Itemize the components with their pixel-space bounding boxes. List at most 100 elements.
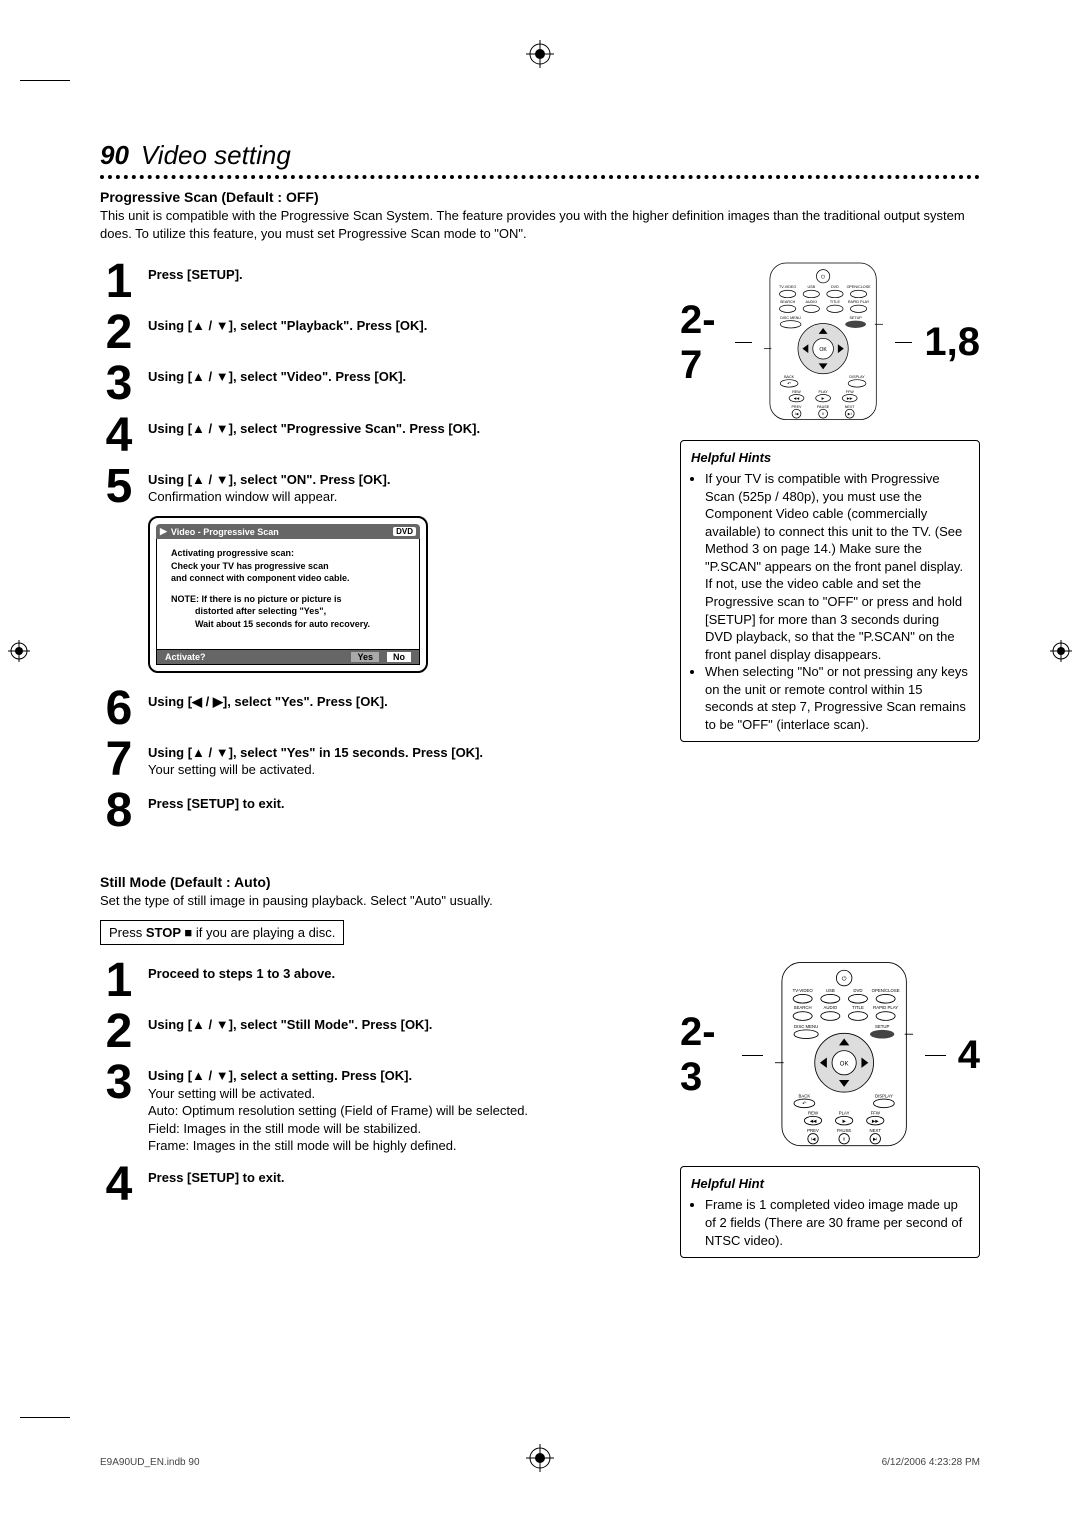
step-number: 2 [100, 311, 138, 354]
svg-text:I◀: I◀ [810, 1136, 815, 1141]
svg-text:AUDIO: AUDIO [823, 1005, 837, 1010]
svg-text:FFW: FFW [846, 390, 855, 394]
osd-play-icon: ▶ [160, 526, 167, 537]
footer-right: 6/12/2006 4:23:28 PM [882, 1457, 980, 1468]
svg-text:BACK: BACK [785, 375, 796, 379]
svg-text:TV-VIDEO: TV-VIDEO [792, 988, 813, 993]
svg-text:USB: USB [826, 988, 835, 993]
remote-callout-right: 4 [958, 1033, 980, 1078]
svg-text:SETUP: SETUP [850, 316, 863, 320]
hints-title: Helpful Hints [691, 449, 969, 467]
step-text: Press [SETUP] to exit. [148, 1170, 285, 1185]
svg-text:TITLE: TITLE [830, 300, 841, 304]
registration-mark-icon [8, 640, 30, 662]
remote-icon: ⏻ TV-VIDEO USB DVD OPEN/CLOSE SEARCH AUDIO TI… [764, 260, 882, 423]
section2-heading: Still Mode (Default : Auto) [100, 874, 980, 890]
svg-text:RAPID PLAY: RAPID PLAY [873, 1005, 898, 1010]
svg-text:↶: ↶ [802, 1101, 806, 1107]
svg-text:DISPLAY: DISPLAY [875, 1093, 893, 1098]
osd-line: Check your TV has progressive scan [171, 561, 329, 571]
step-number: 5 [100, 465, 138, 508]
svg-text:II: II [843, 1136, 845, 1141]
svg-text:REW: REW [793, 390, 802, 394]
svg-text:OPEN/CLOSE: OPEN/CLOSE [847, 285, 872, 289]
osd-note: distorted after selecting "Yes", [195, 606, 326, 616]
svg-text:PAUSE: PAUSE [837, 1128, 851, 1133]
osd-question: Activate? [165, 652, 206, 662]
osd-badge: DVD [393, 527, 416, 536]
svg-text:SEARCH: SEARCH [780, 300, 796, 304]
step-text: Using [▲ / ▼], select "Still Mode". Pres… [148, 1017, 432, 1032]
page-title: Video setting [141, 140, 291, 171]
helpful-hint-box: Helpful Hint Frame is 1 completed video … [680, 1166, 980, 1258]
step-number: 7 [100, 738, 138, 781]
hint-item: Frame is 1 completed video image made up… [705, 1196, 969, 1249]
svg-text:DISC MENU: DISC MENU [794, 1024, 818, 1029]
svg-text:BACK: BACK [798, 1093, 810, 1098]
step-number: 2 [100, 1010, 138, 1053]
registration-mark-icon [526, 40, 554, 68]
step-text: Using [◀ / ▶], select "Yes". Press [OK]. [148, 694, 388, 709]
footer-left: E9A90UD_EN.indb 90 [100, 1457, 200, 1468]
osd-line: Activating progressive scan: [171, 548, 294, 558]
remote-illustration: 2-3 ⏻ TV-VIDEOUSBDVDOPEN/CLOSE SEARCHAUD… [680, 959, 980, 1152]
svg-text:PAUSE: PAUSE [817, 405, 830, 409]
step-text: Using [▲ / ▼], select "Progressive Scan"… [148, 421, 480, 436]
step-number: 3 [100, 1061, 138, 1104]
step-subtext: Your setting will be activated. [148, 762, 315, 777]
svg-text:FFW: FFW [870, 1110, 880, 1115]
svg-text:⏻: ⏻ [841, 975, 846, 982]
svg-text:PLAY: PLAY [819, 390, 829, 394]
step-text: Press [SETUP] to exit. [148, 796, 285, 811]
svg-text:USB: USB [808, 285, 816, 289]
svg-text:DVD: DVD [831, 285, 839, 289]
page-footer: E9A90UD_EN.indb 90 6/12/2006 4:23:28 PM [100, 1457, 980, 1468]
step-number: 1 [100, 959, 138, 1002]
svg-text:DISC MENU: DISC MENU [781, 316, 802, 320]
section2-steps: 1 Proceed to steps 1 to 3 above. 2 Using… [100, 959, 668, 1258]
step-text: Using [▲ / ▼], select a setting. Press [… [148, 1068, 412, 1083]
osd-no-option: No [387, 652, 411, 662]
step-number: 1 [100, 260, 138, 303]
osd-yes-option: Yes [351, 652, 379, 662]
remote-callout-left: 2-3 [680, 1010, 730, 1100]
section2-intro: Set the type of still image in pausing p… [100, 892, 980, 910]
svg-text:TITLE: TITLE [852, 1005, 864, 1010]
remote-callout-right: 1,8 [924, 320, 980, 365]
svg-text:NEXT: NEXT [869, 1128, 881, 1133]
osd-line: and connect with component video cable. [171, 573, 350, 583]
step-text: Using [▲ / ▼], select "ON". Press [OK]. [148, 472, 391, 487]
remote-icon: ⏻ TV-VIDEOUSBDVDOPEN/CLOSE SEARCHAUDIOTI… [775, 959, 913, 1149]
svg-text:DISPLAY: DISPLAY [850, 375, 866, 379]
svg-text:◀◀: ◀◀ [809, 1118, 816, 1123]
crop-mark-icon [20, 80, 90, 150]
svg-text:▶I: ▶I [848, 412, 852, 416]
svg-text:PREV: PREV [807, 1128, 819, 1133]
osd-dialog: ▶ Video - Progressive Scan DVD Activatin… [148, 516, 428, 673]
step-text: Proceed to steps 1 to 3 above. [148, 966, 335, 981]
svg-text:▶▶: ▶▶ [872, 1118, 879, 1123]
step-number: 6 [100, 687, 138, 730]
page-number: 90 [100, 140, 129, 171]
remote-callout-left: 2-7 [680, 298, 723, 388]
stop-note: Press STOP ■ if you are playing a disc. [100, 920, 344, 945]
step-subtext: Confirmation window will appear. [148, 489, 337, 504]
helpful-hints-box: Helpful Hints If your TV is compatible w… [680, 440, 980, 743]
svg-text:⏻: ⏻ [822, 275, 826, 281]
svg-text:NEXT: NEXT [845, 405, 856, 409]
svg-text:AUDIO: AUDIO [806, 300, 818, 304]
step-number: 4 [100, 414, 138, 457]
hint-item: When selecting "No" or not pressing any … [705, 663, 969, 733]
svg-text:DVD: DVD [853, 988, 862, 993]
svg-text:SEARCH: SEARCH [793, 1005, 811, 1010]
step-text: Using [▲ / ▼], select "Yes" in 15 second… [148, 745, 483, 760]
hint-title: Helpful Hint [691, 1175, 969, 1193]
step-text: Using [▲ / ▼], select "Video". Press [OK… [148, 369, 406, 384]
svg-text:PLAY: PLAY [839, 1110, 850, 1115]
step-text: Using [▲ / ▼], select "Playback". Press … [148, 318, 427, 333]
step-subtext: Your setting will be activated. Auto: Op… [148, 1086, 528, 1154]
svg-text:TV-VIDEO: TV-VIDEO [779, 285, 796, 289]
step-number: 8 [100, 789, 138, 832]
registration-mark-icon [1050, 640, 1072, 662]
page-header: 90 Video setting [100, 140, 980, 179]
